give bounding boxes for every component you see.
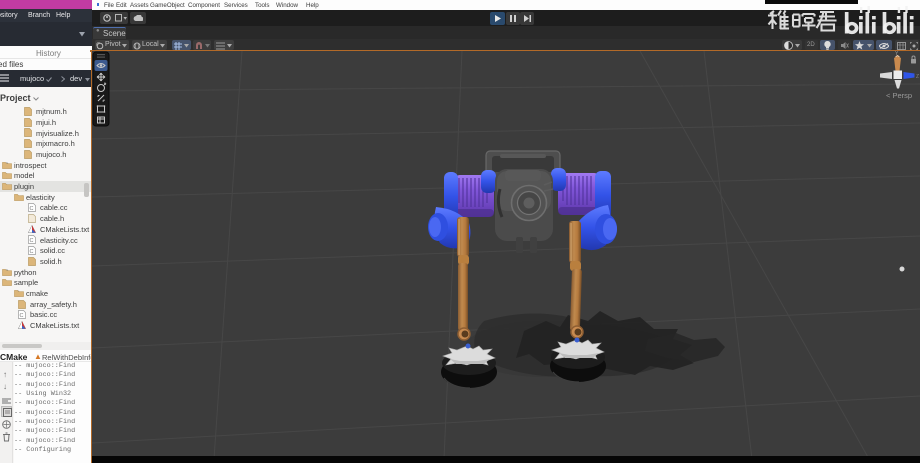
svg-text:C: C <box>30 249 34 255</box>
svg-text:C: C <box>20 313 24 319</box>
svg-text:C: C <box>30 206 34 212</box>
svg-text:C: C <box>30 238 34 244</box>
svg-text:< Persp: < Persp <box>886 91 912 100</box>
svg-text:Z: Z <box>916 74 919 80</box>
